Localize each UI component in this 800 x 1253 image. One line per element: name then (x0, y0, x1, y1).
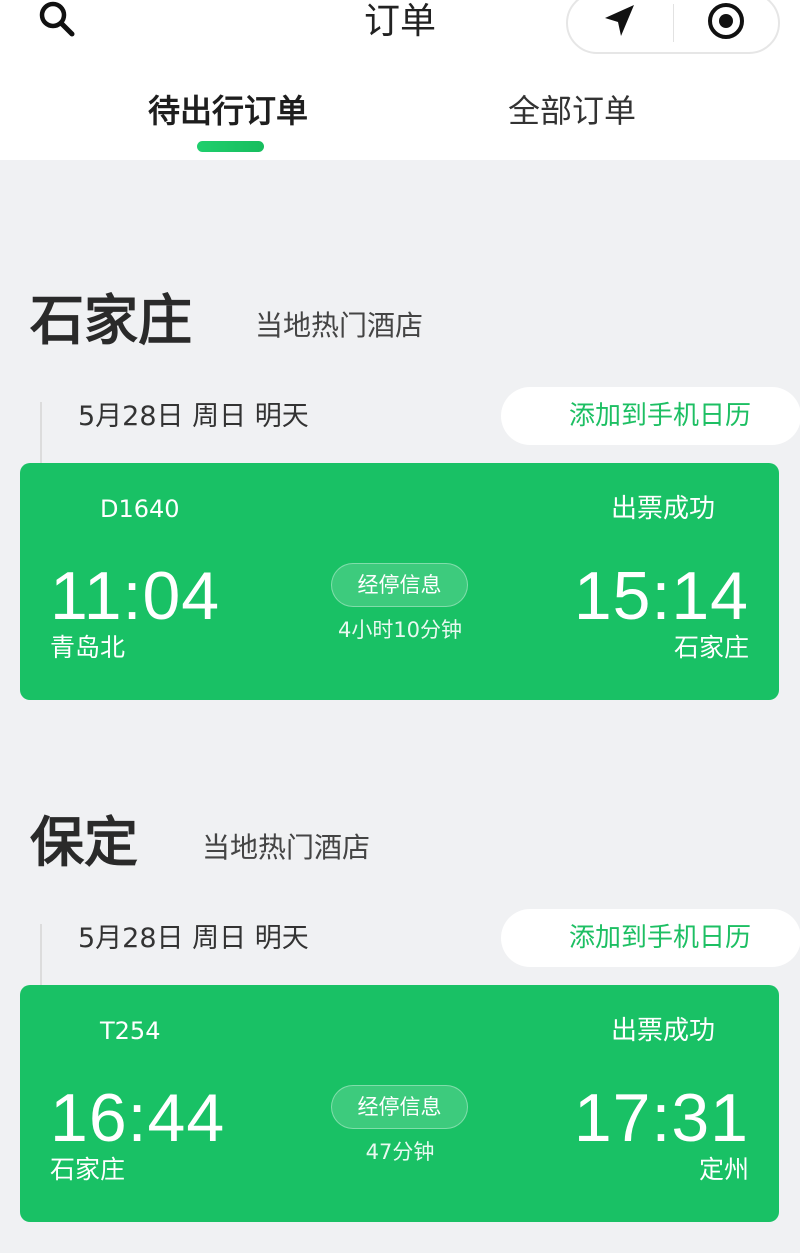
ticket-card[interactable]: D1640 出票成功 11:04 青岛北 经停信息 4小时10分钟 15:14 … (20, 463, 779, 700)
ticket-status: 出票成功 (610, 1016, 715, 1046)
destination-city: 石家庄 (30, 289, 192, 352)
arrival-time: 17:31 (573, 1080, 749, 1156)
arrival-time: 15:14 (573, 558, 749, 634)
train-number: D1640 (100, 495, 180, 523)
departure-time: 11:04 (50, 558, 221, 634)
location-button[interactable] (568, 0, 673, 52)
trip-date: 5月28日 周日 明天 (78, 923, 309, 954)
tab-pending-orders[interactable]: 待出行订单 (148, 86, 308, 136)
stops-info-button[interactable]: 经停信息 (331, 1085, 468, 1129)
timeline-line (40, 924, 42, 988)
ticket-card[interactable]: T254 出票成功 16:44 石家庄 经停信息 47分钟 17:31 定州 (20, 985, 779, 1222)
close-target-button[interactable] (674, 0, 779, 52)
arrival-station: 石家庄 (673, 633, 749, 662)
ticket-status: 出票成功 (610, 494, 715, 524)
departure-station: 石家庄 (50, 1155, 126, 1184)
timeline-line (40, 402, 42, 466)
local-hotels-link[interactable]: 当地热门酒店 (202, 828, 370, 868)
mini-program-capsule (566, 0, 780, 54)
target-circle-icon (706, 1, 746, 45)
active-tab-indicator (197, 141, 264, 152)
order-tabs: 待出行订单 全部订单 (0, 86, 800, 146)
departure-station: 青岛北 (50, 633, 126, 662)
trip-date: 5月28日 周日 明天 (78, 401, 309, 432)
train-number: T254 (100, 1017, 161, 1045)
stops-info-button[interactable]: 经停信息 (331, 563, 468, 607)
top-bar: 订单 待出行订单 全部订单 (0, 0, 800, 160)
add-to-calendar-button[interactable]: 添加到手机日历 (501, 387, 800, 445)
add-to-calendar-button[interactable]: 添加到手机日历 (501, 909, 800, 967)
departure-time: 16:44 (50, 1080, 226, 1156)
local-hotels-link[interactable]: 当地热门酒店 (255, 306, 423, 346)
destination-city: 保定 (30, 811, 138, 874)
navigation-arrow-icon (601, 2, 639, 44)
arrival-station: 定州 (698, 1155, 749, 1184)
travel-duration: 4小时10分钟 (337, 618, 463, 642)
tab-all-orders[interactable]: 全部订单 (508, 86, 636, 136)
travel-duration: 47分钟 (365, 1140, 435, 1164)
